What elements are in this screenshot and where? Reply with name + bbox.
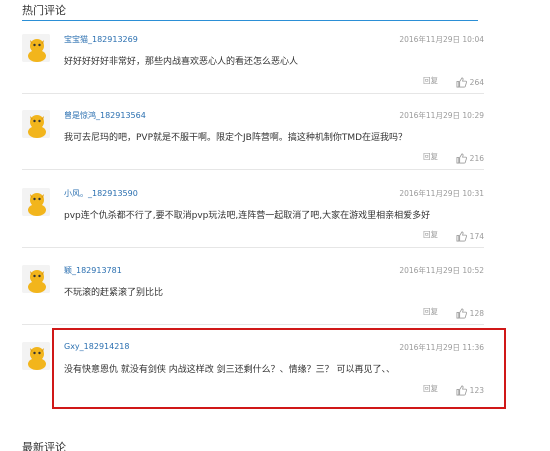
comment-item: 曾是惊鸿_182913564 2016年11月29日 10:29 我可去尼玛的吧… xyxy=(22,102,484,170)
like-count: 216 xyxy=(469,154,484,163)
comment-text: pvp连个仇杀都不行了,要不取消pvp玩法吧,连阵营一起取消了吧,大家在游戏里相… xyxy=(64,211,431,221)
reply-button[interactable]: 回复 xyxy=(423,383,438,394)
thumbs-up-icon xyxy=(456,385,467,396)
comment-username[interactable]: 曾是惊鸿_182913564 xyxy=(64,110,146,121)
thumbs-up-icon xyxy=(456,77,467,88)
comment-text: 不玩滚的赶紧滚了别比比 xyxy=(64,288,164,298)
reply-button[interactable]: 回复 xyxy=(423,151,438,162)
avatar-icon[interactable] xyxy=(22,110,50,138)
like-count: 123 xyxy=(469,386,484,395)
comment-timestamp: 2016年11月29日 10:31 xyxy=(399,189,484,198)
comment-username[interactable]: 小风。_182913590 xyxy=(64,188,138,199)
comment-text: 没有快意恩仇 就没有剑侠 内战这样改 剑三还剩什么？、情缘？三？ 可以再见了、、 xyxy=(64,365,395,375)
comment-item: Gxy_182914218 2016年11月29日 11:36 没有快意恩仇 就… xyxy=(22,334,484,402)
comment-timestamp: 2016年11月29日 10:29 xyxy=(399,111,484,120)
thumbs-up-icon xyxy=(456,153,467,164)
like-button[interactable]: 216 xyxy=(456,153,484,164)
reply-button[interactable]: 回复 xyxy=(423,75,438,86)
comment-item: 颖_182913781 2016年11月29日 10:52 不玩滚的赶紧滚了别比… xyxy=(22,257,484,325)
comment-divider xyxy=(22,324,484,325)
thumbs-up-icon xyxy=(456,308,467,319)
comment-username[interactable]: Gxy_182914218 xyxy=(64,342,129,351)
comment-text: 好好好好好非常好，那些内战喜欢恶心人的看还怎么恶心人 xyxy=(64,57,299,67)
comment-timestamp: 2016年11月29日 10:04 xyxy=(399,35,484,44)
comment-divider xyxy=(22,169,484,170)
hot-comments-title: 热门评论 xyxy=(22,4,66,17)
avatar-icon[interactable] xyxy=(22,188,50,216)
like-button[interactable]: 264 xyxy=(456,77,484,88)
latest-comments-title: 最新评论 xyxy=(22,441,66,451)
avatar-icon[interactable] xyxy=(22,34,50,62)
comment-divider xyxy=(22,93,484,94)
comment-item: 小风。_182913590 2016年11月29日 10:31 pvp连个仇杀都… xyxy=(22,180,484,248)
like-count: 128 xyxy=(469,309,484,318)
like-count: 174 xyxy=(469,232,484,241)
comment-item: 宝宝猫_182913269 2016年11月29日 10:04 好好好好好非常好… xyxy=(22,26,484,94)
comment-text: 我可去尼玛的吧，PVP就是不服干啊。限定个JB阵营啊。搞这种机制你TMD在逗我吗… xyxy=(64,133,408,143)
comment-divider xyxy=(22,247,484,248)
reply-button[interactable]: 回复 xyxy=(423,229,438,240)
comment-username[interactable]: 颖_182913781 xyxy=(64,265,122,276)
hot-comments-rule xyxy=(22,20,478,21)
like-button[interactable]: 128 xyxy=(456,308,484,319)
like-count: 264 xyxy=(469,78,484,87)
avatar-icon[interactable] xyxy=(22,342,50,370)
comment-username[interactable]: 宝宝猫_182913269 xyxy=(64,34,138,45)
thumbs-up-icon xyxy=(456,231,467,242)
like-button[interactable]: 123 xyxy=(456,385,484,396)
comment-timestamp: 2016年11月29日 10:52 xyxy=(399,266,484,275)
reply-button[interactable]: 回复 xyxy=(423,306,438,317)
comment-timestamp: 2016年11月29日 11:36 xyxy=(399,343,484,352)
avatar-icon[interactable] xyxy=(22,265,50,293)
like-button[interactable]: 174 xyxy=(456,231,484,242)
